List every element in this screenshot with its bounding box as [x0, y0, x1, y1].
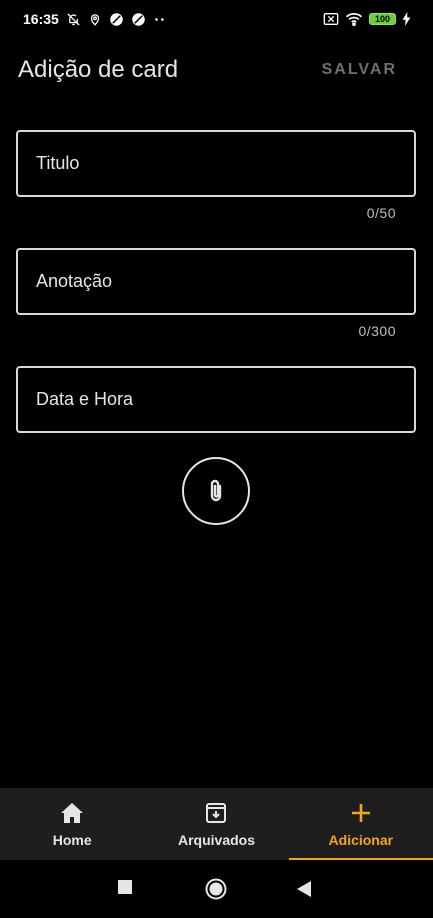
nav-item-archived[interactable]: Arquivados [144, 788, 288, 860]
plus-icon [348, 800, 374, 826]
attach-button[interactable] [182, 457, 250, 525]
system-nav [0, 860, 433, 918]
home-icon [59, 800, 85, 826]
nav-item-home[interactable]: Home [0, 788, 144, 860]
circle-slash-icon [110, 12, 123, 26]
notifications-off-icon [67, 12, 80, 26]
location-icon [90, 13, 99, 26]
note-counter: 0/300 [358, 323, 396, 339]
datetime-field[interactable]: Data e Hora [16, 366, 416, 433]
charging-icon [402, 12, 411, 26]
circle-slash-icon [132, 12, 145, 26]
note-placeholder: Anotação [36, 271, 113, 291]
wifi-icon [345, 13, 363, 26]
paperclip-icon [210, 479, 222, 502]
status-bar: 16:35 100 [0, 0, 433, 38]
more-dots-icon [155, 17, 164, 21]
status-right: 100 [323, 12, 411, 26]
home-circle-icon[interactable] [205, 878, 227, 900]
note-field[interactable]: Anotação [16, 248, 416, 315]
screen: 16:35 100 Adição de card SALVAR Titulo 0… [0, 0, 433, 918]
nav-item-add[interactable]: Adicionar [288, 788, 433, 860]
title-counter: 0/50 [366, 205, 396, 221]
recents-icon[interactable] [118, 880, 132, 894]
page-title: Adição de card [18, 56, 179, 83]
nav-label-add: Adicionar [328, 832, 394, 848]
sim-off-icon [323, 13, 339, 25]
battery-level: 100 [374, 14, 391, 24]
save-button[interactable]: SALVAR [322, 61, 397, 79]
battery-icon: 100 [369, 13, 396, 25]
title-placeholder: Titulo [36, 153, 80, 173]
title-field[interactable]: Titulo [16, 130, 416, 197]
archive-icon [203, 800, 229, 826]
back-icon[interactable] [297, 881, 311, 897]
status-time: 16:35 [23, 11, 59, 27]
header: Adição de card SALVAR [0, 48, 433, 92]
status-left: 16:35 [23, 11, 167, 27]
datetime-placeholder: Data e Hora [36, 389, 134, 409]
nav-label-archived: Arquivados [177, 832, 255, 848]
nav-label-home: Home [52, 832, 92, 848]
bottom-nav: Home Arquivados Adicionar [0, 788, 433, 860]
